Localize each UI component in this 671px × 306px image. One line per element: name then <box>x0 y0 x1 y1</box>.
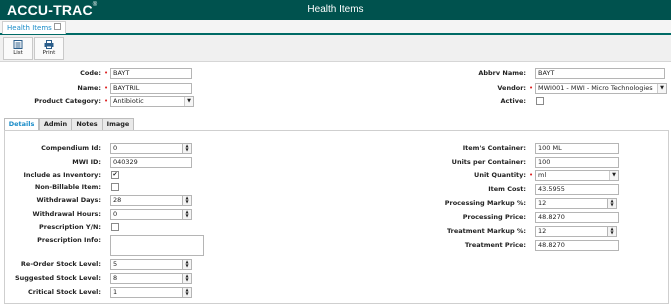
list-button-label: List <box>13 50 23 56</box>
product-category-value: Antibiotic <box>113 97 144 105</box>
page-title: Health Items <box>307 4 364 15</box>
required-marker: • <box>529 84 534 92</box>
treatment-price-input[interactable]: 48.8270 <box>535 240 619 251</box>
toolbar: List Print <box>0 35 671 62</box>
prescription-info-label: Prescription Info: <box>37 236 101 244</box>
suggested-level-label: Suggested Stock Level: <box>14 274 101 282</box>
name-input[interactable]: BAYTRIL <box>110 83 192 94</box>
required-marker: • <box>104 84 109 92</box>
product-category-select[interactable]: Antibiotic ▼ <box>110 96 194 107</box>
print-button[interactable]: Print <box>34 37 64 60</box>
print-icon <box>44 40 54 49</box>
include-inventory-checkbox[interactable]: ✔ <box>111 171 119 179</box>
withdrawal-hours-label: Withdrawal Hours: <box>32 210 101 218</box>
non-billable-label: Non-Billable Item: <box>34 183 101 191</box>
tab-image[interactable]: Image <box>102 118 134 130</box>
reorder-level-input[interactable]: 5 <box>110 259 183 270</box>
spin-arrows-icon[interactable]: ▲ ▼ <box>607 198 617 209</box>
treatment-price-label: Treatment Price: <box>464 241 526 249</box>
list-icon <box>13 40 23 49</box>
reorder-level-label: Re-Order Stock Level: <box>20 260 101 268</box>
required-marker: • <box>104 97 109 105</box>
processing-markup-input[interactable]: 12 <box>535 198 608 209</box>
critical-level-input[interactable]: 1 <box>110 287 183 298</box>
code-input[interactable]: BAYT <box>110 68 192 79</box>
mwi-id-input[interactable]: 040329 <box>110 157 192 168</box>
required-marker: • <box>529 171 534 179</box>
withdrawal-days-label: Withdrawal Days: <box>36 196 101 204</box>
units-per-container-label: Units per Container: <box>451 158 526 166</box>
vendor-label: Vendor: <box>497 84 526 92</box>
compendium-id-label: Compendium Id: <box>41 144 101 152</box>
spin-arrows-icon[interactable]: ▲ ▼ <box>182 143 192 154</box>
document-tab-strip: Health Items <box>0 20 671 35</box>
code-label: Code: <box>80 69 101 77</box>
name-label: Name: <box>77 84 101 92</box>
units-per-container-input[interactable]: 100 <box>535 157 619 168</box>
active-checkbox[interactable] <box>536 97 544 105</box>
unit-quantity-value: ml <box>538 171 547 179</box>
critical-level-label: Critical Stock Level: <box>28 288 101 296</box>
unit-quantity-select[interactable]: ml ▼ <box>535 170 619 181</box>
container-label: Item's Container: <box>462 144 526 152</box>
close-icon[interactable] <box>53 23 61 30</box>
app-header: ACCU-TRAC® Health Items <box>0 0 671 20</box>
prescription-yn-label: Prescription Y/N: <box>39 223 101 231</box>
required-marker: • <box>104 69 109 77</box>
processing-markup-label: Processing Markup %: <box>444 199 526 207</box>
product-category-label: Product Category: <box>34 97 101 105</box>
dropdown-arrow-icon[interactable]: ▼ <box>184 97 193 106</box>
container-input[interactable]: 100 ML <box>535 143 619 154</box>
active-label: Active: <box>500 97 526 105</box>
tab-admin[interactable]: Admin <box>39 118 72 130</box>
spin-arrows-icon[interactable]: ▲ ▼ <box>182 287 192 298</box>
list-button[interactable]: List <box>3 37 33 60</box>
tab-health-items-label: Health Items <box>7 24 52 32</box>
withdrawal-hours-input[interactable]: 0 <box>110 209 183 220</box>
processing-price-input[interactable]: 48.8270 <box>535 212 619 223</box>
withdrawal-days-input[interactable]: 28 <box>110 195 183 206</box>
dropdown-arrow-icon[interactable]: ▼ <box>657 84 666 93</box>
spin-arrows-icon[interactable]: ▲ ▼ <box>182 259 192 270</box>
treatment-markup-input[interactable]: 12 <box>535 226 608 237</box>
abbrv-name-input[interactable]: BAYT <box>535 68 665 79</box>
spin-arrows-icon[interactable]: ▲ ▼ <box>607 226 617 237</box>
mwi-id-label: MWI ID: <box>72 158 101 166</box>
tab-notes[interactable]: Notes <box>71 118 103 130</box>
include-inventory-label: Include as Inventory: <box>23 171 101 179</box>
prescription-info-textarea[interactable] <box>110 235 204 256</box>
processing-price-label: Processing Price: <box>462 213 526 221</box>
non-billable-checkbox[interactable] <box>111 183 119 191</box>
treatment-markup-label: Treatment Markup %: <box>446 227 526 235</box>
compendium-id-input[interactable]: 0 <box>110 143 183 154</box>
unit-quantity-label: Unit Quantity: <box>474 171 526 179</box>
tab-health-items[interactable]: Health Items <box>2 21 66 34</box>
dropdown-arrow-icon[interactable]: ▼ <box>609 171 618 180</box>
check-mark-icon: ✔ <box>112 171 118 178</box>
prescription-checkbox[interactable] <box>111 223 119 231</box>
print-button-label: Print <box>42 50 56 56</box>
spin-arrows-icon[interactable]: ▲ ▼ <box>182 195 192 206</box>
vendor-select[interactable]: MWI001 - MWI - Micro Technologies ▼ <box>535 83 667 94</box>
item-cost-label: Item Cost: <box>488 185 526 193</box>
item-cost-input[interactable]: 43.5955 <box>535 184 619 195</box>
suggested-level-input[interactable]: 8 <box>110 273 183 284</box>
abbrv-name-label: Abbrv Name: <box>478 69 526 77</box>
spin-arrows-icon[interactable]: ▲ ▼ <box>182 273 192 284</box>
vendor-value: MWI001 - MWI - Micro Technologies <box>538 84 653 92</box>
spin-arrows-icon[interactable]: ▲ ▼ <box>182 209 192 220</box>
